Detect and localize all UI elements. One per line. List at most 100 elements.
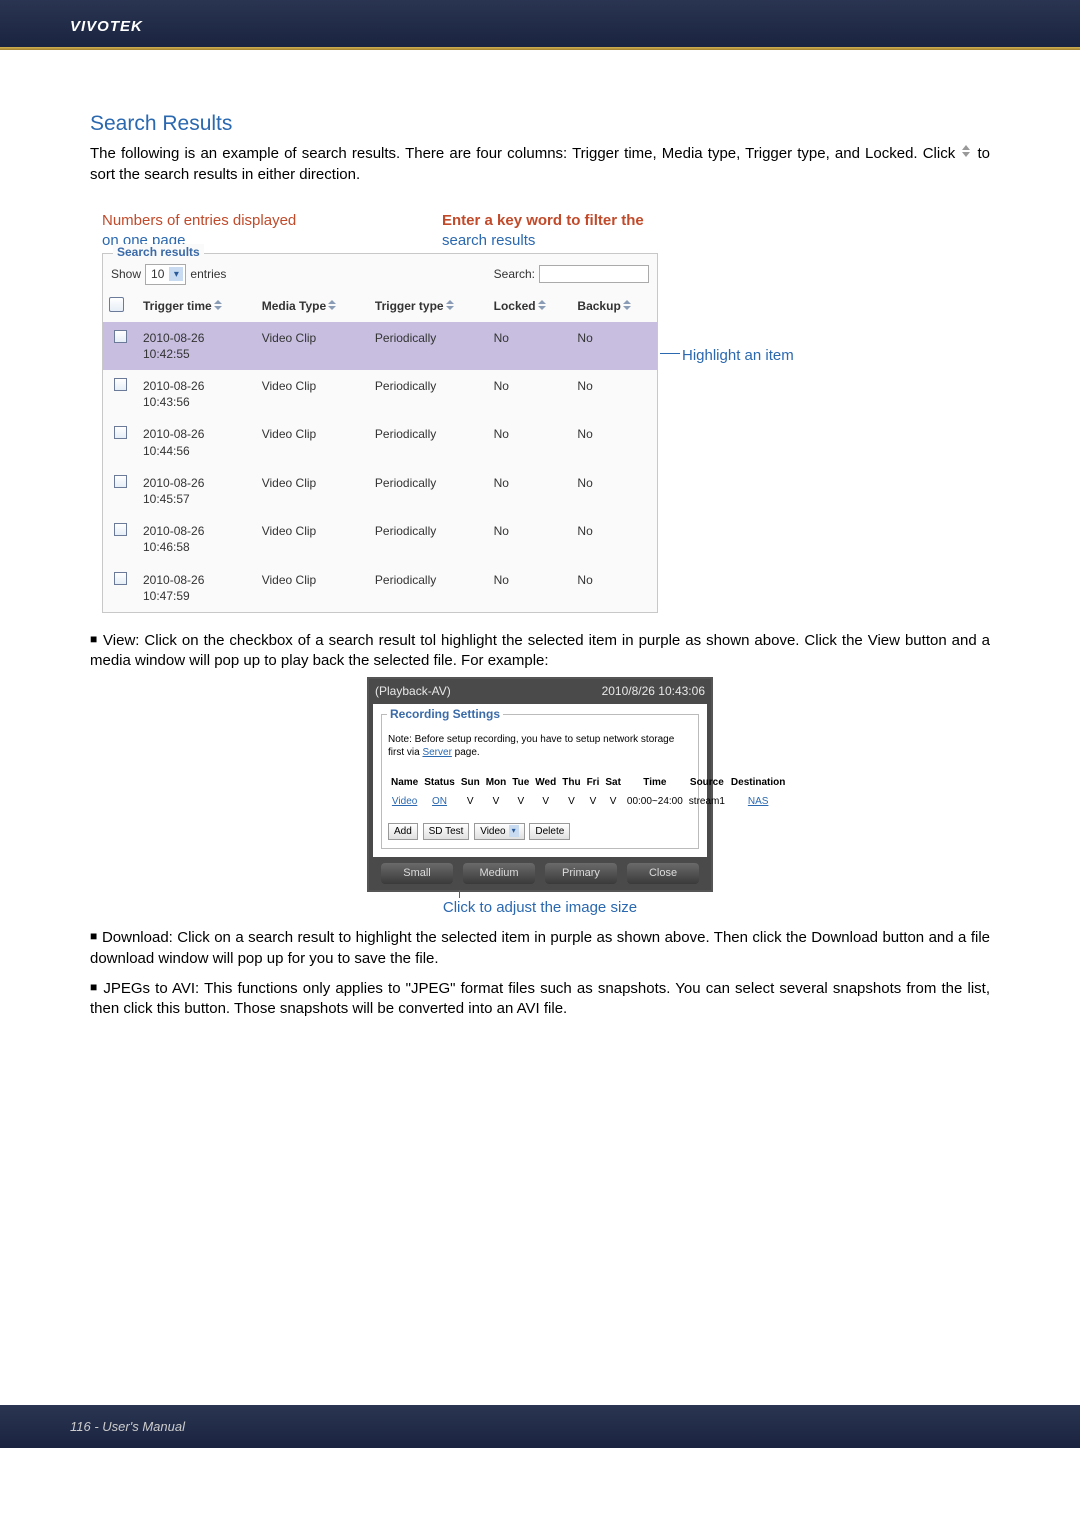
entries-label: entries	[190, 266, 226, 282]
recording-btn-row: Add SD Test Video▾ Delete	[388, 823, 692, 841]
panel-legend: Search results	[113, 244, 204, 260]
cell-backup: No	[571, 370, 657, 418]
chevron-down-icon: ▾	[509, 825, 519, 837]
row-checkbox[interactable]	[114, 523, 127, 536]
table-row[interactable]: 2010-08-2610:42:55Video ClipPeriodically…	[103, 322, 657, 370]
table-row[interactable]: 2010-08-2610:47:59Video ClipPeriodically…	[103, 564, 657, 612]
row-checkbox[interactable]	[114, 330, 127, 343]
playback-screenshot: (Playback-AV) 2010/8/26 10:43:06 Recordi…	[367, 677, 713, 918]
annot-line-highlight	[660, 353, 680, 354]
col-media-type[interactable]: Media Type	[256, 291, 369, 322]
cell-media-type: Video Clip	[256, 467, 369, 515]
cell-backup: No	[571, 418, 657, 466]
rec-col: Source	[686, 774, 728, 792]
cell-locked: No	[488, 370, 572, 418]
recording-legend: Recording Settings	[387, 706, 503, 722]
bullet-download: ■ Download: Click on a search result to …	[90, 928, 990, 969]
recording-table: NameStatusSunMonTueWedThuFriSatTimeSourc…	[388, 774, 788, 813]
search-results-panel: Search results Show 10 ▾ entries Search:…	[102, 253, 658, 613]
sort-icon	[214, 302, 222, 312]
search-input[interactable]	[539, 265, 649, 283]
col-checkbox-header[interactable]	[103, 291, 137, 322]
col-backup[interactable]: Backup	[571, 291, 657, 322]
rec-col: Time	[624, 774, 686, 792]
table-row[interactable]: 2010-08-2610:44:56Video ClipPeriodically…	[103, 418, 657, 466]
cell-trigger-time: 2010-08-2610:46:58	[137, 515, 256, 563]
playback-body: Recording Settings Note: Before setup re…	[373, 704, 707, 858]
rec-col: Sat	[602, 774, 624, 792]
rec-dest-link[interactable]: NAS	[748, 796, 769, 807]
annotation-top: Numbers of entries displayed on one page…	[102, 211, 882, 252]
cell-trigger-type: Periodically	[369, 515, 488, 563]
sort-icon	[328, 302, 336, 312]
cell-trigger-time: 2010-08-2610:45:57	[137, 467, 256, 515]
cell-trigger-type: Periodically	[369, 418, 488, 466]
bullet-jpegs: ■ JPEGs to AVI: This functions only appl…	[90, 979, 990, 1020]
square-bullet-icon: ■	[90, 632, 98, 646]
sort-icon	[623, 302, 631, 312]
cell-locked: No	[488, 467, 572, 515]
chevron-down-icon: ▾	[169, 267, 183, 281]
recording-box: Note: Before setup recording, you have t…	[381, 714, 699, 850]
table-row[interactable]: 2010-08-2610:46:58Video ClipPeriodically…	[103, 515, 657, 563]
footer-bar: 116 - User's Manual	[0, 1405, 1080, 1448]
header-bar: VIVOTEK	[0, 0, 1080, 47]
checkbox-all-icon[interactable]	[109, 297, 124, 312]
rec-col: Mon	[483, 774, 510, 792]
col-trigger-time[interactable]: Trigger time	[137, 291, 256, 322]
playback-size-buttons: Small Medium Primary Close	[373, 863, 707, 886]
playback-titlebar: (Playback-AV) 2010/8/26 10:43:06	[373, 683, 707, 703]
cell-media-type: Video Clip	[256, 370, 369, 418]
rec-status-link[interactable]: ON	[432, 796, 447, 807]
primary-button[interactable]: Primary	[545, 863, 617, 884]
rec-name-link[interactable]: Video	[392, 796, 417, 807]
cell-trigger-type: Periodically	[369, 322, 488, 370]
add-button[interactable]: Add	[388, 823, 418, 841]
cell-trigger-type: Periodically	[369, 370, 488, 418]
rec-col: Name	[388, 774, 421, 792]
rec-col: Destination	[728, 774, 788, 792]
square-bullet-icon: ■	[90, 929, 98, 943]
cell-media-type: Video Clip	[256, 322, 369, 370]
cell-locked: No	[488, 564, 572, 612]
delete-button[interactable]: Delete	[529, 823, 570, 841]
table-row[interactable]: 2010-08-2610:43:56Video ClipPeriodically…	[103, 370, 657, 418]
search-results-screenshot: Numbers of entries displayed on one page…	[102, 211, 882, 613]
medium-button[interactable]: Medium	[463, 863, 535, 884]
cell-backup: No	[571, 564, 657, 612]
brand-text: VIVOTEK	[70, 18, 143, 35]
cell-trigger-type: Periodically	[369, 564, 488, 612]
sort-icon	[538, 302, 546, 312]
row-checkbox[interactable]	[114, 426, 127, 439]
search-label: Search:	[494, 266, 535, 282]
row-checkbox[interactable]	[114, 378, 127, 391]
section-title: Search Results	[90, 110, 990, 138]
show-label: Show	[111, 266, 141, 282]
col-trigger-type[interactable]: Trigger type	[369, 291, 488, 322]
rec-col: Status	[421, 774, 458, 792]
annot-search-1: Enter a key word to filter the	[442, 211, 644, 231]
cell-backup: No	[571, 467, 657, 515]
cell-trigger-time: 2010-08-2610:44:56	[137, 418, 256, 466]
cell-locked: No	[488, 515, 572, 563]
server-link[interactable]: Server	[422, 747, 451, 758]
close-button[interactable]: Close	[627, 863, 699, 884]
video-select[interactable]: Video▾	[474, 823, 524, 841]
section-desc: The following is an example of search re…	[90, 144, 990, 185]
table-row[interactable]: 2010-08-2610:45:57Video ClipPeriodically…	[103, 467, 657, 515]
recording-note: Note: Before setup recording, you have t…	[388, 733, 692, 760]
sdtest-button[interactable]: SD Test	[423, 823, 470, 841]
col-locked[interactable]: Locked	[488, 291, 572, 322]
cell-media-type: Video Clip	[256, 515, 369, 563]
row-checkbox[interactable]	[114, 572, 127, 585]
square-bullet-icon: ■	[90, 980, 98, 994]
rec-col: Tue	[509, 774, 532, 792]
row-checkbox[interactable]	[114, 475, 127, 488]
cell-media-type: Video Clip	[256, 564, 369, 612]
small-button[interactable]: Small	[381, 863, 453, 884]
entries-select[interactable]: 10 ▾	[145, 264, 186, 284]
entries-value: 10	[151, 266, 164, 282]
recording-row: Video ON V V V V V V V 00:00~24:00 strea…	[388, 791, 788, 813]
cell-locked: No	[488, 418, 572, 466]
bullet-view: ■ View: Click on the checkbox of a searc…	[90, 631, 990, 672]
